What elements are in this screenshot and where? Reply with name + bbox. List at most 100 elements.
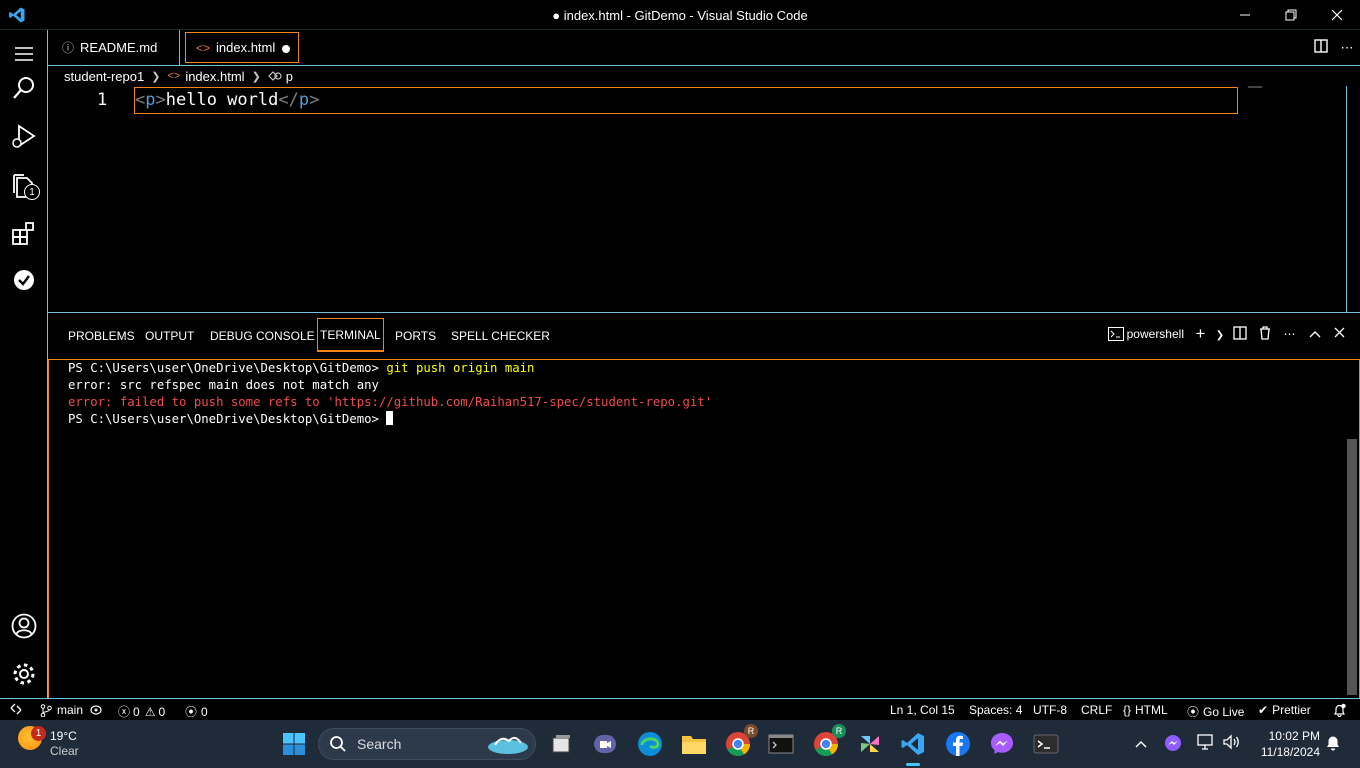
tab-ports[interactable]: PORTS xyxy=(395,324,436,348)
tray-messenger[interactable] xyxy=(1164,734,1182,755)
task-view-button[interactable] xyxy=(547,730,575,758)
cursor-position[interactable]: Ln 1, Col 15 xyxy=(890,703,955,717)
run-debug-button[interactable] xyxy=(0,112,48,160)
close-window-button[interactable] xyxy=(1314,0,1360,30)
facebook-button[interactable] xyxy=(944,730,972,758)
weather-text[interactable]: 19°C Clear xyxy=(50,729,79,759)
kill-terminal-button[interactable] xyxy=(1252,325,1277,343)
panel-more-button[interactable]: ⋯ xyxy=(1277,327,1302,341)
terminal-prompt: PS C:\Users\user\OneDrive\Desktop\GitDem… xyxy=(68,361,387,375)
maximize-panel-button[interactable] xyxy=(1302,327,1327,341)
network-button[interactable] xyxy=(1196,733,1216,754)
tab-debug-console[interactable]: DEBUG CONSOLE xyxy=(210,324,315,348)
language-mode[interactable]: {} HTML xyxy=(1123,703,1168,717)
git-branch-icon xyxy=(40,703,52,717)
ellipsis-icon: ⋯ xyxy=(1283,327,1296,341)
show-hidden-icons-button[interactable] xyxy=(1135,735,1147,751)
indentation[interactable]: Spaces: 4 xyxy=(969,703,1022,717)
go-live-label: Go Live xyxy=(1203,704,1245,719)
tab-spell-checker[interactable]: SPELL CHECKER xyxy=(451,324,550,348)
branch-indicator[interactable]: main xyxy=(40,703,103,717)
ports-count: 0 xyxy=(201,704,208,719)
remote-indicator[interactable] xyxy=(10,703,22,715)
unsaved-dot-icon[interactable] xyxy=(282,45,290,53)
problems-indicator[interactable]: ⓧ 0 ⚠ 0 xyxy=(118,703,165,720)
new-terminal-button[interactable]: + xyxy=(1188,324,1213,344)
code-icon: <> xyxy=(167,70,181,82)
breadcrumb-folder[interactable]: student-repo1 xyxy=(64,69,144,84)
edge-button[interactable] xyxy=(636,730,664,758)
clock[interactable]: 10:02 PM 11/18/2024 xyxy=(1261,728,1320,760)
tab-output[interactable]: OUTPUT xyxy=(145,324,194,348)
notification-center-button[interactable] xyxy=(1325,734,1341,755)
volume-button[interactable] xyxy=(1222,733,1242,754)
teams-button[interactable] xyxy=(591,730,619,758)
windows-taskbar: 1 19°C Clear Search R R 10:02 PM 11/18/2… xyxy=(0,720,1360,768)
prettier-indicator[interactable]: ✔ Prettier xyxy=(1258,703,1311,717)
taskbar-search[interactable]: Search xyxy=(318,728,536,760)
terminal-line: error: src refspec main does not match a… xyxy=(68,378,379,392)
notifications-button[interactable] xyxy=(1333,703,1346,717)
tag-name: p xyxy=(298,90,310,110)
breadcrumb-symbol[interactable]: p xyxy=(286,69,293,84)
code-line[interactable]: <p>hello world</p> xyxy=(135,90,319,110)
close-icon xyxy=(1334,327,1345,338)
vscode-logo-icon xyxy=(901,733,924,755)
editor-scrollbar[interactable] xyxy=(1346,86,1360,312)
app-button[interactable] xyxy=(856,730,884,758)
minimize-button[interactable] xyxy=(1222,0,1268,30)
close-panel-button[interactable] xyxy=(1327,327,1352,341)
manage-button[interactable] xyxy=(0,650,48,698)
more-actions-button[interactable]: ⋯ xyxy=(1334,40,1360,56)
tab-terminal[interactable]: TERMINAL xyxy=(317,318,384,352)
shell-name: powershell xyxy=(1126,327,1184,341)
terminal-scrollbar[interactable] xyxy=(1347,439,1357,695)
messenger-button[interactable] xyxy=(988,730,1016,758)
profile-badge: R xyxy=(832,724,846,738)
tab-readme[interactable]: ⓘ README.md xyxy=(48,30,180,65)
breadcrumb-file[interactable]: index.html xyxy=(185,69,244,84)
minimap[interactable] xyxy=(1248,86,1262,88)
chrome-button[interactable]: R xyxy=(724,724,758,758)
gear-icon xyxy=(13,663,35,685)
go-live-button[interactable]: ⦿ Go Live xyxy=(1187,703,1244,720)
vscode-taskbar-button[interactable] xyxy=(899,730,927,758)
ellipsis-icon: ⋯ xyxy=(1340,39,1354,55)
bottom-panel: PROBLEMS OUTPUT DEBUG CONSOLE TERMINAL P… xyxy=(48,312,1360,699)
tab-index-html[interactable]: <> index.html xyxy=(185,32,299,63)
chevron-down-icon: ❯ xyxy=(1215,330,1225,341)
cmd-button[interactable] xyxy=(767,730,795,758)
encoding[interactable]: UTF-8 xyxy=(1033,703,1067,717)
window-title: ● index.html - GitDemo - Visual Studio C… xyxy=(552,8,808,23)
line-number: 1 xyxy=(97,90,108,110)
code-editor[interactable] xyxy=(48,86,1346,312)
terminal-prompt: PS C:\Users\user\OneDrive\Desktop\GitDem… xyxy=(68,412,387,426)
split-terminal-button[interactable] xyxy=(1227,325,1252,343)
start-button[interactable] xyxy=(280,730,308,758)
search-view-button[interactable] xyxy=(0,64,48,112)
editor-actions: ⋯ xyxy=(1308,30,1360,65)
split-editor-button[interactable] xyxy=(1308,39,1334,56)
ports-indicator[interactable]: ⦿ 0 xyxy=(185,703,208,720)
extensions-button[interactable] xyxy=(0,210,48,258)
broadcast-icon: ⦿ xyxy=(185,705,198,719)
source-checks-button[interactable] xyxy=(0,256,48,304)
restore-icon xyxy=(1285,9,1297,21)
sync-icon xyxy=(90,705,102,715)
terminal-icon xyxy=(1107,327,1124,341)
chrome-profile-2-button[interactable]: R xyxy=(812,724,846,758)
terminal-app-button[interactable] xyxy=(1032,730,1060,758)
tab-problems[interactable]: PROBLEMS xyxy=(68,324,135,348)
accounts-button[interactable] xyxy=(0,602,48,650)
branch-name: main xyxy=(57,703,84,717)
end-of-line[interactable]: CRLF xyxy=(1081,703,1112,717)
file-explorer-button[interactable] xyxy=(680,730,708,758)
terminal-dropdown-button[interactable]: ❯ xyxy=(1213,327,1227,341)
restore-button[interactable] xyxy=(1268,0,1314,30)
extensions-icon xyxy=(12,222,34,245)
split-terminal-icon xyxy=(1232,325,1247,340)
chevron-right-icon: ❯ xyxy=(251,70,261,83)
terminal-shell-selector[interactable]: powershell xyxy=(1107,327,1184,341)
explorer-button[interactable] xyxy=(0,162,48,210)
account-icon xyxy=(11,613,37,639)
